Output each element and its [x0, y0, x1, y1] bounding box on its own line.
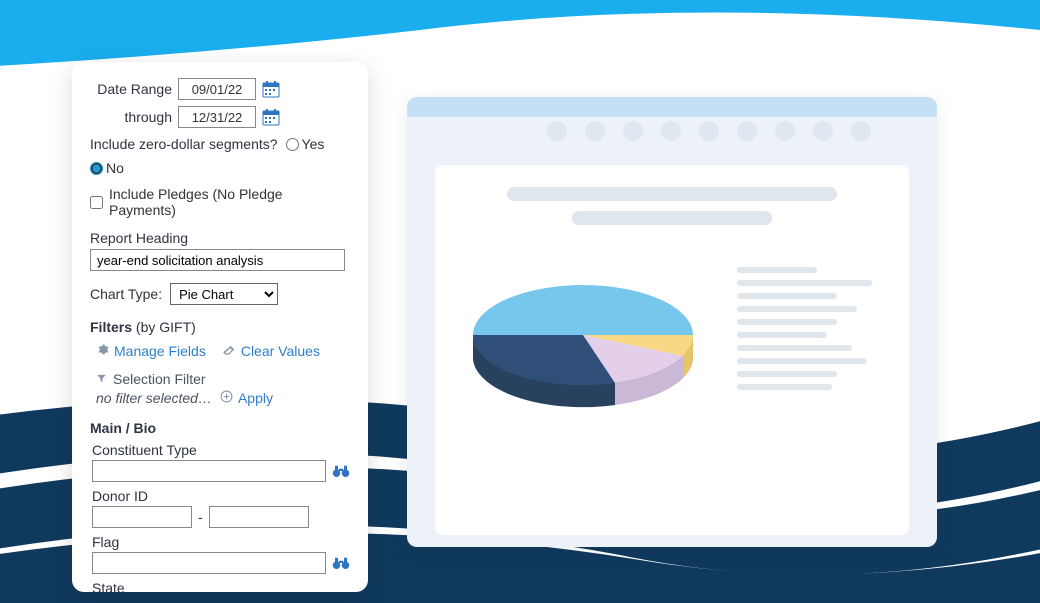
zero-dollar-question: Include zero-dollar segments? Yes No — [90, 136, 350, 176]
filters-heading-text: Filters — [90, 319, 132, 335]
selection-filter-status: no filter selected… — [96, 390, 212, 406]
legend-line — [737, 293, 837, 299]
legend-line — [737, 280, 872, 286]
report-preview-card — [435, 165, 909, 535]
selection-filter-label: Selection Filter — [113, 371, 206, 387]
tab-dot — [813, 121, 833, 141]
apply-text: Apply — [238, 390, 273, 406]
legend-line — [737, 332, 827, 338]
donor-id-from-input[interactable] — [92, 506, 192, 528]
calendar-icon[interactable] — [262, 108, 280, 126]
flag-filter: Flag — [90, 534, 350, 574]
state-label: State — [92, 580, 350, 592]
report-heading-label: Report Heading — [90, 230, 350, 246]
tab-dot — [661, 121, 681, 141]
chart-legend — [737, 260, 887, 397]
zero-dollar-no-radio[interactable] — [90, 162, 103, 175]
date-through-row: through — [90, 106, 350, 128]
date-range-label: Date Range — [90, 81, 172, 97]
filter-links-row: Manage Fields Clear Values — [90, 343, 350, 359]
donor-id-separator: - — [198, 509, 203, 525]
date-start-input[interactable] — [178, 78, 256, 100]
include-pledges-checkbox[interactable] — [90, 196, 103, 209]
calendar-icon[interactable] — [262, 80, 280, 98]
state-filter: State — [90, 580, 350, 592]
filters-subtext: (by GIFT) — [132, 319, 196, 335]
placeholder-line — [507, 187, 837, 201]
browser-tab-bar — [407, 117, 937, 145]
browser-titlebar — [407, 97, 937, 117]
binoculars-icon[interactable] — [332, 556, 350, 570]
donor-id-filter: Donor ID - — [90, 488, 350, 528]
selection-filter-block: Selection Filter no filter selected… App… — [90, 371, 350, 406]
pie-chart — [463, 265, 703, 425]
binoculars-icon[interactable] — [332, 464, 350, 478]
plus-circle-icon — [220, 390, 233, 406]
selection-filter-label-row: Selection Filter — [96, 371, 206, 387]
legend-line — [737, 306, 857, 312]
eraser-icon — [222, 343, 236, 359]
constituent-type-input[interactable] — [92, 460, 326, 482]
legend-line — [737, 371, 837, 377]
main-bio-heading: Main / Bio — [90, 420, 350, 436]
placeholder-line — [572, 211, 772, 225]
donor-id-to-input[interactable] — [209, 506, 309, 528]
clear-values-link[interactable]: Clear Values — [222, 343, 320, 359]
no-label: No — [106, 160, 124, 176]
tab-dot — [699, 121, 719, 141]
report-form-panel: Date Range through Include zero-dollar s… — [72, 62, 368, 592]
zero-dollar-yes-radio[interactable] — [286, 138, 299, 151]
report-heading-input[interactable] — [90, 249, 345, 271]
manage-fields-text: Manage Fields — [114, 343, 206, 359]
donor-id-label: Donor ID — [92, 488, 350, 504]
manage-fields-link[interactable]: Manage Fields — [96, 343, 206, 359]
legend-line — [737, 358, 867, 364]
legend-line — [737, 267, 817, 273]
tab-dot — [585, 121, 605, 141]
clear-values-text: Clear Values — [241, 343, 320, 359]
tab-dot — [737, 121, 757, 141]
flag-label: Flag — [92, 534, 350, 550]
chart-type-select[interactable]: Pie Chart — [170, 283, 278, 305]
tab-dot — [623, 121, 643, 141]
flag-input[interactable] — [92, 552, 326, 574]
constituent-type-label: Constituent Type — [92, 442, 350, 458]
tab-dot — [851, 121, 871, 141]
funnel-icon — [96, 371, 107, 387]
yes-label: Yes — [302, 136, 325, 152]
date-end-input[interactable] — [178, 106, 256, 128]
legend-line — [737, 319, 837, 325]
date-range-row: Date Range — [90, 78, 350, 100]
report-heading-group: Report Heading — [90, 230, 350, 271]
zero-dollar-label: Include zero-dollar segments? — [90, 136, 278, 152]
legend-line — [737, 384, 832, 390]
tab-dot — [547, 121, 567, 141]
chart-type-row: Chart Type: Pie Chart — [90, 283, 350, 305]
chart-type-label: Chart Type: — [90, 286, 162, 302]
through-label: through — [90, 109, 172, 125]
browser-preview — [407, 97, 937, 547]
gear-icon — [96, 343, 109, 359]
tab-dot — [775, 121, 795, 141]
constituent-type-filter: Constituent Type — [90, 442, 350, 482]
apply-filter-link[interactable]: Apply — [220, 390, 273, 406]
filters-heading: Filters (by GIFT) — [90, 319, 350, 335]
zero-dollar-no-option[interactable]: No — [90, 160, 124, 176]
zero-dollar-yes-option[interactable]: Yes — [286, 136, 325, 152]
include-pledges-label: Include Pledges (No Pledge Payments) — [109, 186, 350, 218]
legend-line — [737, 345, 852, 351]
include-pledges-row: Include Pledges (No Pledge Payments) — [90, 186, 350, 218]
